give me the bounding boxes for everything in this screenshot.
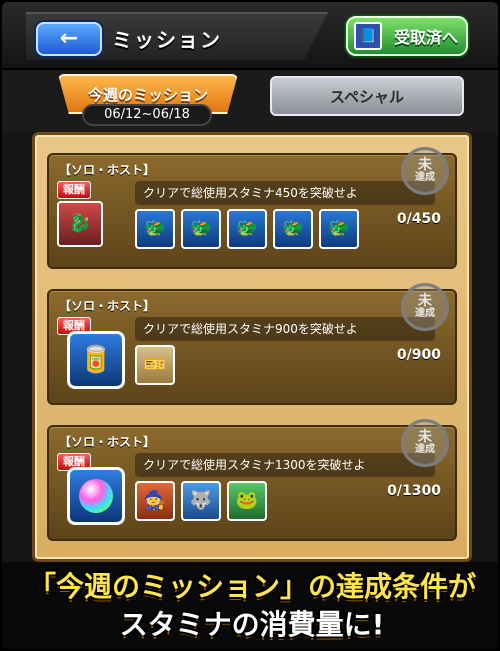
stamp-subtext: 達成 — [415, 308, 435, 319]
app-frame: ← ミッション 📘 受取済へ 今週のミッション 06/12~06/18 スペシャ… — [0, 0, 500, 651]
monster-icon: 🧙 — [135, 481, 175, 521]
tab-bar: 今週のミッション 06/12~06/18 スペシャル — [2, 70, 498, 132]
received-button[interactable]: 📘 受取済へ — [346, 16, 468, 56]
monster-icon: 🐲 — [227, 209, 267, 249]
mission-card[interactable]: 【ソロ・ホスト】 報酬 クリアで総使用スタミナ1300を突破せよ 0/1300 … — [47, 419, 457, 541]
side-strip-left — [2, 132, 32, 562]
monster-icon: 🐲 — [273, 209, 313, 249]
page-title: ミッション — [112, 28, 222, 52]
orb-icon — [67, 467, 125, 525]
mission-card[interactable]: 【ソロ・ホスト】 報酬 クリアで総使用スタミナ450を突破せよ 0/450 未 … — [47, 147, 457, 269]
mission-progress: 0/900 — [396, 347, 441, 363]
mission-card[interactable]: 【ソロ・ホスト】 報酬 クリアで総使用スタミナ900を突破せよ 0/900 未 … — [47, 283, 457, 405]
back-button[interactable]: ← — [36, 22, 102, 56]
reward-badge: 報酬 — [57, 181, 91, 199]
mission-progress: 0/1300 — [387, 483, 441, 499]
not-achieved-stamp: 未 達成 — [401, 419, 449, 467]
caption-banner: 「今週のミッション」の達成条件が スタミナの消費量に! — [2, 562, 498, 649]
mission-list: 【ソロ・ホスト】 報酬 クリアで総使用スタミナ450を突破せよ 0/450 未 … — [32, 132, 472, 562]
mission-description: クリアで総使用スタミナ900を突破せよ — [135, 317, 435, 341]
mission-description: クリアで総使用スタミナ450を突破せよ — [135, 181, 435, 205]
caption-line-2: スタミナの消費量に! — [119, 608, 385, 641]
stamp-text: 未 — [418, 293, 432, 309]
mission-description: クリアで総使用スタミナ1300を突破せよ — [135, 453, 435, 477]
monster-icon: 🐸 — [227, 481, 267, 521]
not-achieved-stamp: 未 達成 — [401, 283, 449, 331]
side-strip-right — [468, 132, 498, 562]
mission-tag: 【ソロ・ホスト】 — [59, 163, 156, 177]
back-arrow-icon: ← — [59, 26, 79, 51]
not-achieved-stamp: 未 達成 — [401, 147, 449, 195]
ticket-icon: 🎫 — [135, 345, 175, 385]
monster-icon: 🐉 — [57, 201, 103, 247]
monster-icon: 🐺 — [181, 481, 221, 521]
stamina-can-icon: 🥫 — [67, 331, 125, 389]
stamp-subtext: 達成 — [415, 172, 435, 183]
header-bar: ← ミッション 📘 受取済へ — [2, 2, 498, 70]
book-icon: 📘 — [354, 22, 382, 50]
stamp-text: 未 — [418, 157, 432, 173]
caption-line-1: 「今週のミッション」の達成条件が — [27, 570, 476, 603]
monster-icon: 🐲 — [319, 209, 359, 249]
tab-weekly-label: 今週のミッション — [87, 85, 208, 104]
mission-progress: 0/450 — [396, 211, 441, 227]
stamp-subtext: 達成 — [415, 444, 435, 455]
mission-tag: 【ソロ・ホスト】 — [59, 299, 156, 313]
tab-special[interactable]: スペシャル — [270, 76, 464, 116]
mission-tag: 【ソロ・ホスト】 — [59, 435, 156, 449]
tab-special-label: スペシャル — [330, 87, 404, 106]
stamp-text: 未 — [418, 429, 432, 445]
monster-icon: 🐲 — [135, 209, 175, 249]
received-button-label: 受取済へ — [393, 28, 458, 47]
monster-icon: 🐲 — [181, 209, 221, 249]
date-range: 06/12~06/18 — [82, 104, 212, 126]
